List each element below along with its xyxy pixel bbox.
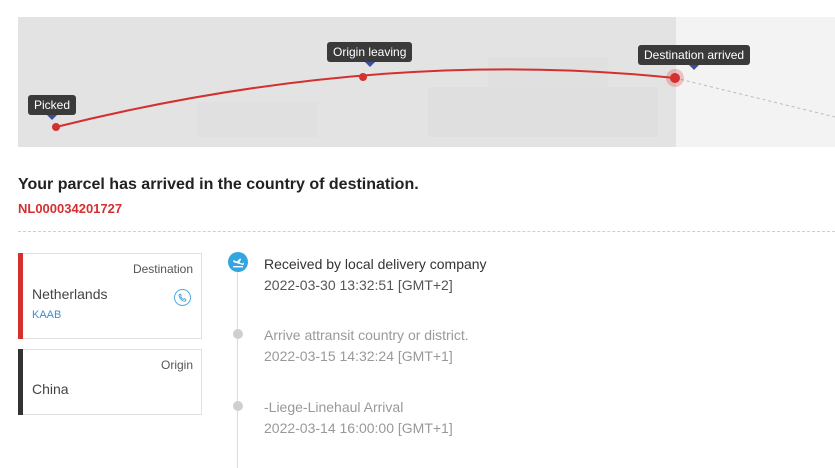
event-title: -Liege-Linehaul Arrival [264, 399, 404, 415]
timeline-dot [233, 401, 243, 411]
destination-accent-bar [18, 253, 23, 339]
milestone-dot-destination-arrived [670, 73, 680, 83]
event-time: 2022-03-14 16:00:00 [GMT+1] [264, 420, 453, 436]
destination-card: Destination Netherlands KAAB [18, 253, 202, 339]
status-headline: Your parcel has arrived in the country o… [18, 176, 419, 193]
destination-carrier-link[interactable]: KAAB [32, 309, 61, 321]
milestone-label-destination-arrived: Destination arrived [638, 45, 751, 65]
world-map-dots [198, 57, 658, 137]
event-title: Received by local delivery company [264, 256, 487, 272]
tracking-number[interactable]: NL000034201727 [18, 201, 122, 216]
destination-country: Netherlands [32, 286, 108, 302]
route-remaining-line [674, 77, 835, 118]
milestone-label-origin-leaving: Origin leaving [327, 42, 413, 62]
event-title: Arrive attransit country or district. [264, 327, 469, 343]
origin-card: Origin China [18, 349, 202, 415]
origin-accent-bar [18, 349, 23, 415]
origin-country: China [32, 381, 69, 397]
timeline-line [237, 262, 238, 468]
airplane-landing-icon [228, 252, 248, 272]
destination-kind-label: Destination [132, 262, 193, 276]
airplane-landing-glyph [233, 258, 244, 268]
phone-icon[interactable] [174, 289, 191, 306]
route-path-graphic [52, 57, 835, 137]
milestone-dot-picked [52, 123, 60, 131]
phone-icon-glyph [178, 293, 187, 302]
section-divider [18, 231, 835, 232]
timeline-dot [233, 329, 243, 339]
origin-kind-label: Origin [160, 358, 193, 372]
event-time: 2022-03-15 14:32:24 [GMT+1] [264, 348, 453, 364]
route-map: Picked Origin leaving Destination arrive… [18, 17, 835, 147]
milestone-dot-origin-leaving [359, 73, 367, 81]
event-time: 2022-03-30 13:32:51 [GMT+2] [264, 277, 453, 293]
milestone-label-picked: Picked [28, 95, 77, 115]
